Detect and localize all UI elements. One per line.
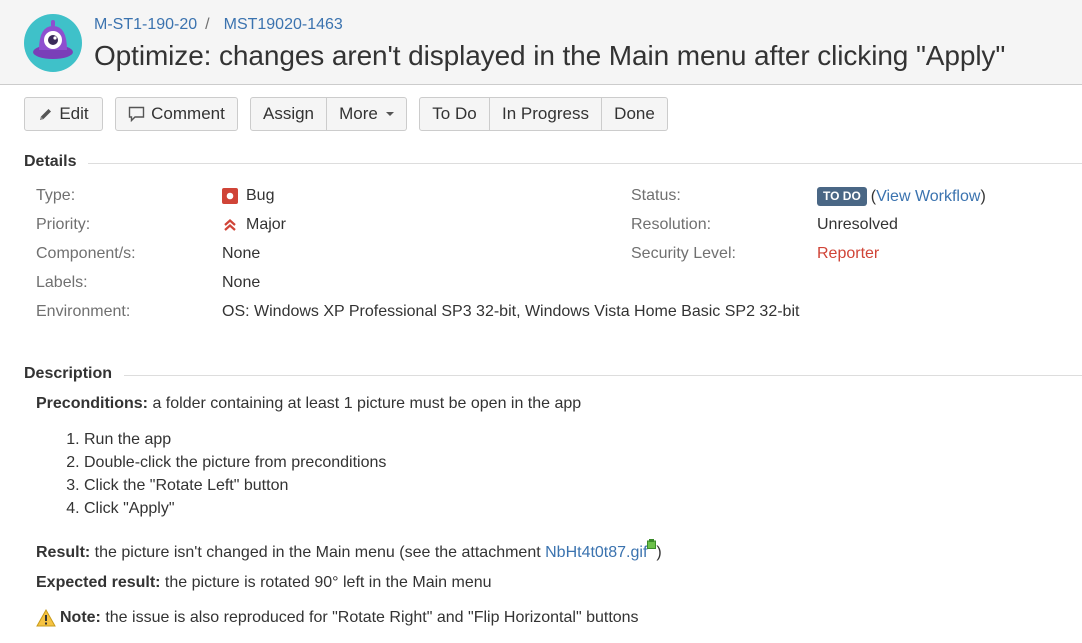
preconditions-paragraph: Preconditions: a folder containing at le… — [36, 395, 581, 413]
todo-button[interactable]: To Do — [419, 97, 490, 131]
expected-result-text: the picture is rotated 90° left in the M… — [160, 574, 492, 591]
result-label: Result: — [36, 544, 91, 561]
list-item: Click "Apply" — [84, 497, 386, 520]
result-close: ) — [656, 544, 662, 561]
comment-button-label: Comment — [151, 104, 225, 123]
warning-icon — [36, 609, 56, 627]
pencil-icon — [38, 107, 53, 122]
priority-value-text: Major — [246, 216, 287, 233]
result-text: the picture isn't changed in the Main me… — [90, 544, 546, 561]
breadcrumb: M-ST1-190-20 / MST19020-1463 — [94, 16, 343, 34]
status-value: TO DO (View Workflow) — [817, 187, 986, 206]
list-item: Click the "Rotate Left" button — [84, 474, 386, 497]
preconditions-label: Preconditions: — [36, 395, 149, 412]
assign-button[interactable]: Assign — [250, 97, 327, 131]
details-divider — [88, 163, 1082, 164]
attachment-link[interactable]: NbHt4t0t87.gif — [545, 544, 647, 561]
in-progress-button[interactable]: In Progress — [490, 97, 602, 131]
expected-result-paragraph: Expected result: the picture is rotated … — [36, 574, 492, 592]
priority-label: Priority: — [36, 216, 91, 233]
view-workflow-link[interactable]: View Workflow — [876, 188, 980, 206]
list-item: Run the app — [84, 428, 386, 451]
labels-value: None — [222, 274, 261, 291]
labels-label: Labels: — [36, 274, 88, 291]
project-avatar-icon[interactable] — [24, 14, 82, 72]
details-heading: Details — [24, 153, 77, 170]
done-button[interactable]: Done — [602, 97, 668, 131]
resolution-label: Resolution: — [631, 216, 712, 233]
todo-button-label: To Do — [432, 104, 477, 123]
edit-button[interactable]: Edit — [24, 97, 103, 131]
security-level-value: Reporter — [817, 245, 880, 262]
priority-value: Major — [222, 216, 286, 234]
paren-close: ) — [980, 187, 986, 205]
status-badge: TO DO — [817, 187, 867, 206]
expected-result-label: Expected result: — [36, 574, 161, 591]
description-divider — [124, 375, 1082, 376]
comment-button[interactable]: Comment — [115, 97, 238, 131]
type-value: Bug — [222, 187, 274, 205]
breadcrumb-project-link[interactable]: M-ST1-190-20 — [94, 16, 197, 33]
status-label: Status: — [631, 187, 681, 204]
note-paragraph: Note: the issue is also reproduced for "… — [36, 609, 639, 627]
resolution-value: Unresolved — [817, 216, 898, 233]
environment-label: Environment: — [36, 303, 131, 320]
breadcrumb-issue-link[interactable]: MST19020-1463 — [224, 16, 343, 33]
edit-button-label: Edit — [59, 104, 89, 123]
steps-list: Run the app Double-click the picture fro… — [36, 428, 386, 520]
note-text: the issue is also reproduced for "Rotate… — [100, 609, 639, 626]
type-label: Type: — [36, 187, 76, 204]
type-value-text: Bug — [246, 187, 275, 204]
done-button-label: Done — [614, 104, 655, 123]
security-level-label: Security Level: — [631, 245, 736, 262]
issue-header: M-ST1-190-20 / MST19020-1463 Optimize: cha… — [0, 0, 1082, 85]
preconditions-text: a folder containing at least 1 picture m… — [148, 395, 582, 412]
breadcrumb-separator: / — [205, 16, 210, 33]
description-heading: Description — [24, 365, 113, 382]
assign-button-label: Assign — [262, 104, 315, 123]
components-value: None — [222, 245, 261, 262]
comment-icon — [128, 106, 145, 122]
more-button[interactable]: More — [327, 97, 407, 131]
bug-icon — [222, 188, 238, 204]
in-progress-button-label: In Progress — [502, 104, 589, 123]
more-button-label: More — [339, 104, 378, 123]
note-label: Note: — [60, 609, 101, 626]
list-item: Double-click the picture from preconditi… — [84, 451, 386, 474]
components-label: Component/s: — [36, 245, 136, 262]
priority-major-icon — [224, 219, 236, 231]
issue-title: Optimize: changes aren't displayed in th… — [94, 40, 1006, 71]
chevron-down-icon — [385, 112, 394, 116]
result-paragraph: Result: the picture isn't changed in the… — [36, 539, 662, 562]
environment-value: OS: Windows XP Professional SP3 32-bit, … — [222, 303, 800, 320]
